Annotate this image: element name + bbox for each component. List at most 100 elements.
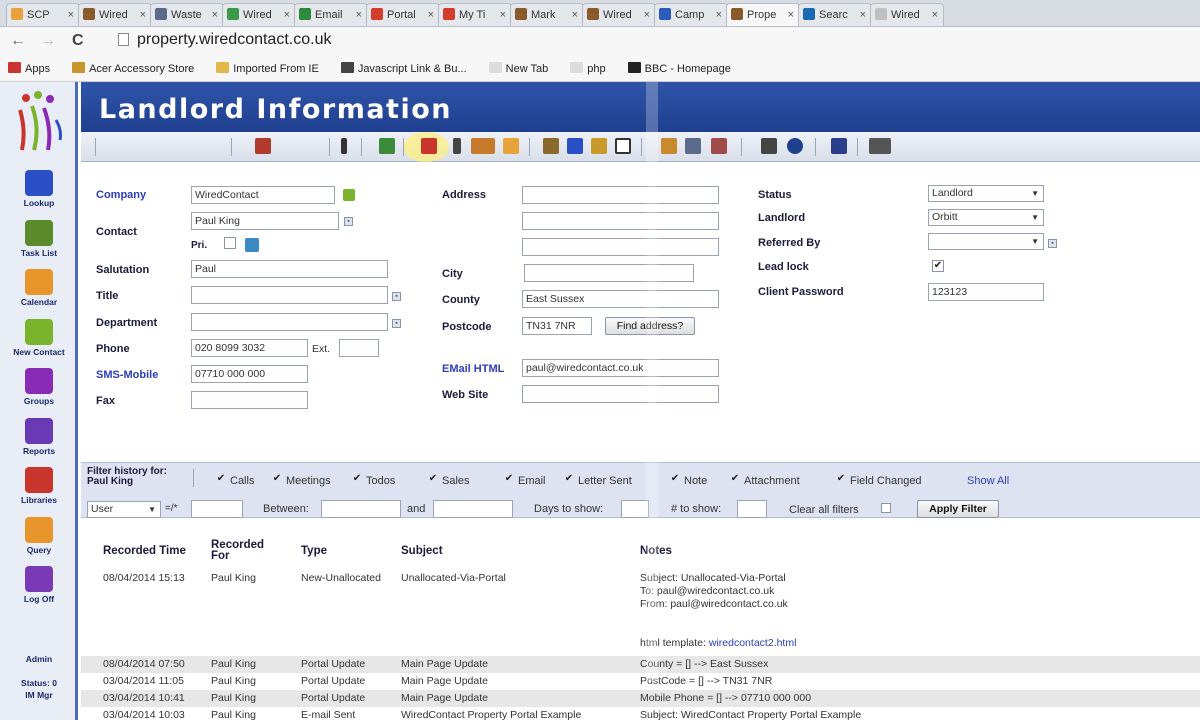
move-icon[interactable] [341, 138, 347, 154]
linkedin-icon[interactable] [245, 238, 259, 252]
browser-tab[interactable]: Portal × [366, 3, 440, 26]
tab-close-icon[interactable]: × [212, 4, 218, 26]
letter-checkbox[interactable]: ✔ [563, 474, 575, 486]
tab-close-icon[interactable]: × [572, 4, 578, 26]
landlord-select[interactable]: Orbitt ▼ [928, 209, 1044, 226]
window2-icon[interactable] [711, 138, 727, 154]
tab-close-icon[interactable]: × [716, 4, 722, 26]
table-row[interactable]: 08/04/2014 07:50 Paul King Portal Update Ma… [81, 656, 1200, 673]
show-all-link[interactable]: Show All [967, 475, 1009, 487]
note-checkbox[interactable]: ✔ [669, 474, 681, 486]
book-icon[interactable] [421, 138, 437, 154]
table-row[interactable]: 03/04/2014 11:05 Paul King Portal Update Ma… [81, 673, 1200, 690]
between-from-field[interactable] [321, 500, 401, 518]
browser-tab[interactable]: Mark × [510, 3, 584, 26]
browser-tab[interactable]: Wired × [582, 3, 656, 26]
bookmark-item[interactable]: Acer Accessory Store [72, 57, 194, 81]
tab-close-icon[interactable]: × [500, 4, 506, 26]
tab-close-icon[interactable]: × [932, 4, 938, 26]
postcode-field[interactable]: TN31 7NR [522, 317, 592, 335]
address-line1-field[interactable] [522, 186, 719, 204]
browser-tab[interactable]: SCP × [6, 3, 80, 26]
referred-by-select[interactable]: ▼ [928, 233, 1044, 250]
bookmark-item[interactable]: Javascript Link & Bu... [340, 57, 467, 81]
field-changed-checkbox[interactable]: ✔ [835, 474, 847, 486]
salutation-field[interactable]: Paul [191, 260, 388, 278]
bus-icon[interactable] [471, 138, 495, 154]
nav-item-lookup[interactable]: Lookup [4, 168, 74, 214]
nav-item-groups[interactable]: Groups [4, 366, 74, 412]
company-field[interactable]: WiredContact [191, 186, 335, 204]
attachment-checkbox[interactable]: ✔ [729, 474, 741, 486]
user-filter-select[interactable]: User ▼ [87, 501, 161, 518]
template-link[interactable]: wiredcontact2.html [709, 637, 797, 649]
client-password-field[interactable]: 123123 [928, 283, 1044, 301]
tab-close-icon[interactable]: × [644, 4, 650, 26]
browser-tab[interactable]: Searc × [798, 3, 872, 26]
email-checkbox[interactable]: ✔ [503, 474, 515, 486]
forward-button[interactable]: → [40, 32, 56, 50]
department-extra-button[interactable]: ▪ [392, 319, 401, 328]
undo-icon[interactable] [379, 138, 395, 154]
address-line3-field[interactable] [522, 238, 719, 256]
between-to-field[interactable] [433, 500, 513, 518]
open-folder-icon[interactable] [661, 138, 677, 154]
equals-field[interactable] [191, 500, 243, 518]
bookmark-item[interactable]: BBC - Homepage [627, 57, 731, 81]
title-extra-button[interactable]: ▪ [392, 292, 401, 301]
county-field[interactable]: East Sussex [522, 290, 719, 308]
browser-tab[interactable]: Camp × [654, 3, 728, 26]
lead-lock-checkbox[interactable]: ✔ [932, 260, 944, 272]
browser-tab[interactable]: Waste × [150, 3, 224, 26]
print-icon[interactable] [567, 138, 583, 154]
number-to-show-field[interactable] [737, 500, 767, 518]
table-row[interactable]: 03/04/2014 10:03 Paul King E-mail Sent Wire… [81, 707, 1200, 724]
help-icon[interactable] [787, 138, 803, 154]
bookmark-item[interactable]: New Tab [488, 57, 548, 81]
city-field[interactable] [524, 264, 694, 282]
nav-item-calendar[interactable]: Calendar [4, 267, 74, 313]
tab-close-icon[interactable]: × [140, 4, 146, 26]
nav-item-query[interactable]: Query [4, 515, 74, 561]
tab-close-icon[interactable]: × [284, 4, 290, 26]
table-row[interactable]: 08/04/2014 15:13 Paul King New-Unallocat… [81, 570, 1200, 656]
find-address-button[interactable]: Find address? [605, 317, 695, 335]
meetings-checkbox[interactable]: ✔ [271, 474, 283, 486]
url-field[interactable]: property.wiredcontact.co.uk [118, 31, 331, 49]
sales-checkbox[interactable]: ✔ [427, 474, 439, 486]
company-lookup-icon[interactable] [343, 189, 355, 201]
address-line2-field[interactable] [522, 212, 719, 230]
browser-tab[interactable]: Wired × [222, 3, 296, 26]
users-icon[interactable] [255, 138, 271, 154]
bookmark-item[interactable]: Apps [8, 57, 50, 81]
website-field[interactable] [522, 385, 719, 403]
window-icon[interactable] [685, 138, 701, 154]
nav-item-new-contact[interactable]: New Contact [4, 317, 74, 363]
tab-close-icon[interactable]: × [68, 4, 74, 26]
contact-field[interactable]: Paul King [191, 212, 339, 230]
nav-item-log-off[interactable]: Log Off [4, 564, 74, 610]
browser-tab[interactable]: Prope × [726, 3, 800, 26]
email-field[interactable]: paul@wiredcontact.co.uk [522, 359, 719, 377]
phone-field[interactable]: 020 8099 3032 [191, 339, 308, 357]
title-field[interactable] [191, 286, 388, 304]
tab-close-icon[interactable]: × [788, 4, 794, 26]
document-icon[interactable] [615, 138, 631, 154]
status-select[interactable]: Landlord ▼ [928, 185, 1044, 202]
browser-tab[interactable]: Email × [294, 3, 368, 26]
back-button[interactable]: ← [10, 32, 26, 50]
email-label[interactable]: EMail HTML [442, 363, 504, 375]
binoculars-icon[interactable] [831, 138, 847, 154]
todos-checkbox[interactable]: ✔ [351, 474, 363, 486]
tab-close-icon[interactable]: × [428, 4, 434, 26]
department-field[interactable] [191, 313, 388, 331]
bookmark-item[interactable]: Imported From IE [216, 57, 319, 81]
folder-icon[interactable] [591, 138, 607, 154]
ext-field[interactable] [339, 339, 379, 357]
tab-close-icon[interactable]: × [356, 4, 362, 26]
days-to-show-field[interactable] [621, 500, 649, 518]
browser-tab[interactable]: My Ti × [438, 3, 512, 26]
phone-icon[interactable] [453, 138, 461, 154]
apply-filter-button[interactable]: Apply Filter [917, 500, 999, 518]
tab-close-icon[interactable]: × [860, 4, 866, 26]
